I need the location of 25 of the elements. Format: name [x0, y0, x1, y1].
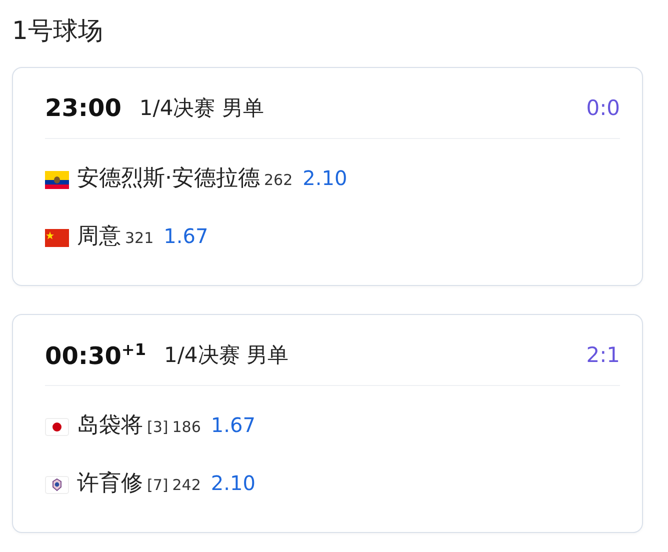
player-name: 许育修 — [77, 470, 143, 498]
player-rank: 186 — [172, 418, 201, 436]
match-round: 1/4决赛 男单 — [164, 342, 288, 369]
player-name: 安德烈斯·安德拉德 — [77, 165, 260, 193]
player-rank: 242 — [172, 476, 201, 494]
player-odds: 2.10 — [302, 166, 348, 190]
player-name: 周意 — [77, 223, 121, 251]
player-rank: 321 — [125, 229, 154, 247]
player-odds: 2.10 — [210, 471, 256, 495]
player-odds: 1.67 — [164, 224, 208, 248]
player-odds: 1.67 — [210, 413, 256, 437]
flag-icon — [45, 476, 69, 494]
match-time: 23:00 — [45, 94, 122, 122]
match-time: 00:30$^{+1}$ — [45, 340, 146, 370]
player-rank: 262 — [264, 171, 293, 189]
player-name: 岛袋将 — [77, 412, 143, 440]
player-seed: [3] — [147, 418, 168, 436]
match-score: 0:0 — [586, 96, 620, 120]
match-score: 2:1 — [586, 343, 620, 367]
flag-icon — [45, 171, 69, 189]
flag-icon — [45, 418, 69, 436]
flag-icon — [45, 229, 69, 247]
match-round: 1/4决赛 男单 — [139, 95, 264, 122]
player-seed: [7] — [147, 476, 168, 494]
court-title: 1号球场 — [12, 15, 104, 47]
